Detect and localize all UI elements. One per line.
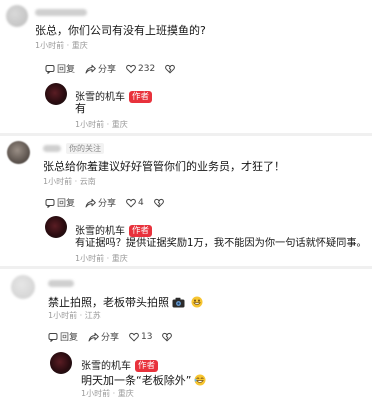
reply-meta: 1小时前 · 重庆 bbox=[75, 120, 128, 129]
reply-button[interactable]: 回复 bbox=[45, 196, 75, 209]
comment-text-row: 禁止拍照，老板带头拍照 bbox=[48, 293, 203, 312]
reply-time: 1小时前 bbox=[81, 389, 111, 398]
like-count: 232 bbox=[138, 63, 156, 74]
reply-label: 回复 bbox=[57, 65, 76, 75]
author-avatar[interactable] bbox=[50, 352, 72, 374]
reply-label: 回复 bbox=[57, 199, 76, 209]
reply-time: 1小时前 bbox=[75, 254, 105, 263]
dislike-icon bbox=[162, 332, 173, 341]
grin-emoji-icon bbox=[191, 293, 203, 312]
like-count: 13 bbox=[141, 331, 153, 342]
reply-header: 张雪的机车 作者 bbox=[75, 222, 153, 237]
comment-text: 禁止拍照，老板带头拍照 bbox=[48, 295, 169, 309]
heart-icon bbox=[126, 198, 136, 207]
commenter-avatar[interactable] bbox=[6, 5, 28, 27]
comment-divider bbox=[0, 266, 372, 269]
author-avatar[interactable] bbox=[45, 83, 67, 105]
comment-time: 1小时前 bbox=[35, 41, 65, 50]
dislike-icon bbox=[153, 198, 164, 207]
like-button[interactable]: 13 bbox=[129, 332, 152, 342]
reply-icon bbox=[48, 332, 58, 342]
reply-meta: 1小时前 · 重庆 bbox=[75, 254, 128, 263]
author-name[interactable]: 张雪的机车 bbox=[75, 226, 125, 237]
author-badge: 作者 bbox=[129, 91, 153, 103]
share-label: 分享 bbox=[98, 65, 117, 75]
reply-location: 重庆 bbox=[111, 120, 128, 129]
share-button[interactable]: 分享 bbox=[88, 330, 119, 343]
comment-location: 江苏 bbox=[84, 311, 101, 320]
comment-meta: 1小时前 · 江苏 bbox=[48, 311, 101, 320]
dislike-button[interactable] bbox=[153, 198, 166, 208]
following-badge: 你的关注 bbox=[66, 143, 104, 154]
comment-meta: 1小时前 · 重庆 bbox=[35, 41, 88, 50]
dislike-button[interactable] bbox=[162, 332, 174, 342]
share-label: 分享 bbox=[101, 333, 120, 343]
comment-time: 1小时前 bbox=[48, 311, 78, 320]
comment-time: 1小时前 bbox=[43, 177, 73, 186]
reply-location: 重庆 bbox=[117, 389, 134, 398]
like-button[interactable]: 4 bbox=[126, 198, 144, 208]
author-badge: 作者 bbox=[129, 225, 153, 237]
camera-emoji-icon bbox=[172, 293, 185, 312]
dislike-button[interactable] bbox=[165, 64, 177, 74]
reply-icon bbox=[45, 198, 55, 208]
comment-location: 云南 bbox=[79, 177, 96, 186]
comment-text: 张总，你们公司有没有上班摸鱼的? bbox=[35, 24, 206, 37]
reply-text-row: 明天加一条“老板除外” bbox=[81, 371, 206, 390]
comment-actions: 回复 分享 232 bbox=[45, 62, 187, 75]
reply-header: 张雪的机车 作者 bbox=[81, 357, 159, 372]
like-button[interactable]: 232 bbox=[126, 64, 155, 74]
comment-divider bbox=[0, 133, 372, 136]
comment-actions: 回复 分享 4 bbox=[45, 196, 176, 209]
comment-actions: 回复 分享 13 bbox=[48, 330, 184, 343]
dislike-icon bbox=[165, 64, 176, 73]
author-avatar[interactable] bbox=[45, 216, 67, 238]
commenter-name-blurred[interactable] bbox=[48, 280, 74, 287]
comment-text: 张总给你羞建议好好管管你们的业务员，才狂了！ bbox=[43, 160, 285, 173]
reply-text: 有 bbox=[75, 102, 86, 115]
share-button[interactable]: 分享 bbox=[85, 196, 116, 209]
share-icon bbox=[85, 64, 96, 73]
share-button[interactable]: 分享 bbox=[85, 62, 116, 75]
reply-text: 有证据吗？提供证据奖励1万，我不能因为你一句话就怀疑同事。 bbox=[75, 238, 367, 249]
comment-meta: 1小时前 · 云南 bbox=[43, 177, 96, 186]
reply-meta: 1小时前 · 重庆 bbox=[81, 389, 134, 398]
share-label: 分享 bbox=[98, 199, 117, 209]
comment-location: 重庆 bbox=[71, 41, 88, 50]
commenter-avatar[interactable] bbox=[7, 141, 30, 164]
reply-text: 明天加一条“老板除外” bbox=[81, 373, 192, 387]
reply-button[interactable]: 回复 bbox=[48, 330, 78, 343]
reply-location: 重庆 bbox=[111, 254, 128, 263]
reply-icon bbox=[45, 64, 55, 74]
share-icon bbox=[88, 332, 99, 341]
heart-icon bbox=[126, 64, 136, 73]
reply-button[interactable]: 回复 bbox=[45, 62, 75, 75]
reply-time: 1小时前 bbox=[75, 120, 105, 129]
laugh-emoji-icon bbox=[194, 371, 206, 390]
reply-header: 张雪的机车 作者 bbox=[75, 88, 153, 103]
commenter-name-blurred[interactable] bbox=[35, 9, 87, 16]
commenter-avatar[interactable] bbox=[11, 275, 35, 299]
reply-label: 回复 bbox=[60, 333, 79, 343]
share-icon bbox=[85, 198, 96, 207]
commenter-name-blurred[interactable] bbox=[43, 145, 61, 152]
heart-icon bbox=[129, 332, 139, 341]
like-count: 4 bbox=[138, 197, 144, 208]
